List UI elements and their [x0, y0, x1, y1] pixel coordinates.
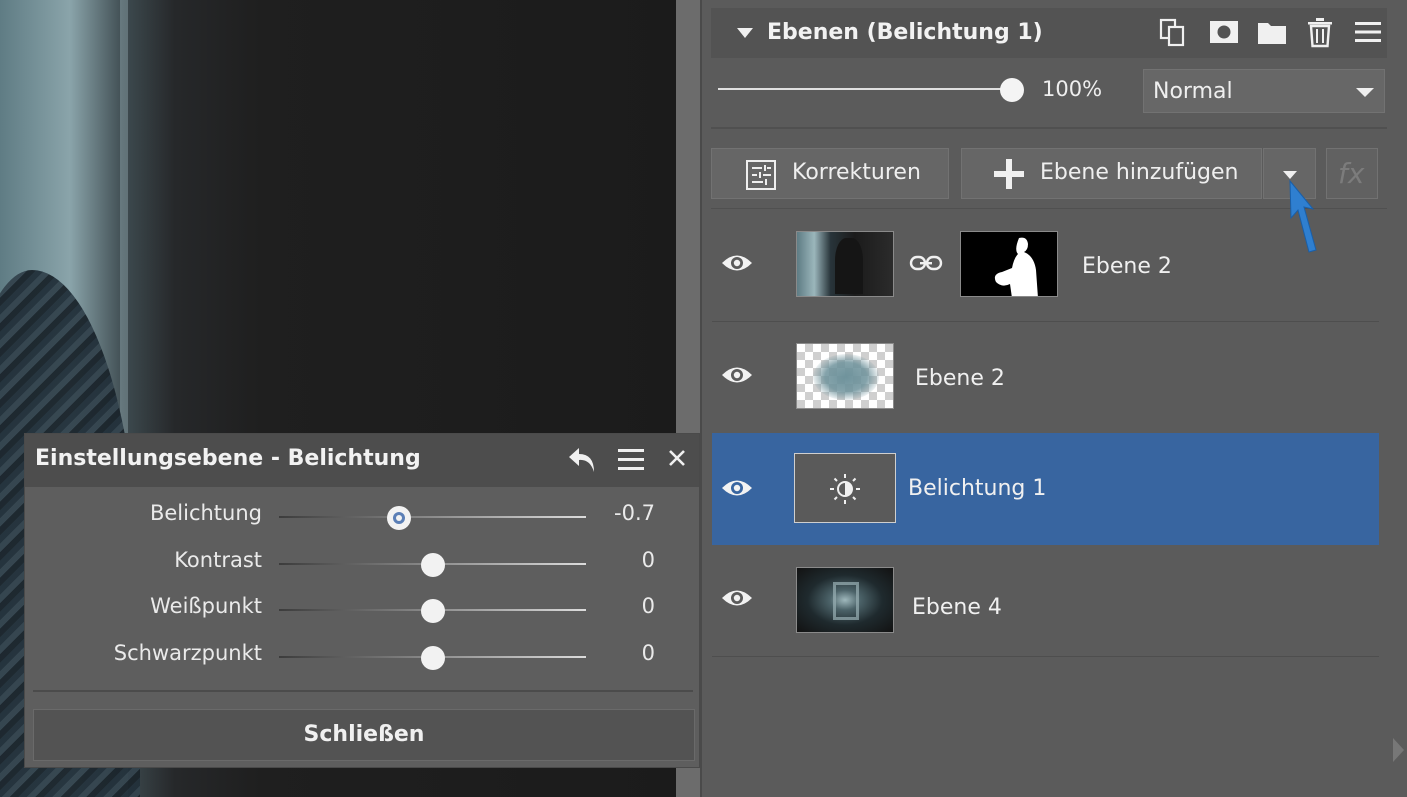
slider-handle[interactable] [420, 599, 445, 623]
slider-row-kontrast: Kontrast 0 [25, 542, 699, 582]
slider-value: 0 [641, 594, 655, 618]
thumbnail-subject [835, 238, 863, 294]
fx-button[interactable]: fx [1326, 148, 1378, 199]
slider-label: Kontrast [174, 548, 262, 572]
dropdown-arrow-icon [1356, 88, 1374, 97]
layer-name: Belichtung 1 [908, 476, 1047, 501]
menu-icon[interactable] [1352, 16, 1384, 48]
slider-handle[interactable] [420, 646, 445, 670]
korrekturen-button[interactable]: Korrekturen [711, 148, 949, 199]
duplicate-icon[interactable] [1158, 16, 1190, 48]
folder-icon[interactable] [1256, 16, 1288, 48]
divider [33, 690, 693, 692]
korrekturen-label: Korrekturen [792, 160, 921, 185]
layer-row[interactable]: Ebene 2 [712, 322, 1379, 434]
plus-icon [992, 157, 1026, 197]
visibility-eye-icon[interactable] [720, 475, 754, 501]
layer-row[interactable]: Ebene 2 [712, 210, 1379, 322]
layers-panel-title: Ebenen (Belichtung 1) [767, 20, 1043, 45]
add-layer-button[interactable]: Ebene hinzufügen [961, 148, 1262, 199]
visibility-eye-icon[interactable] [720, 585, 754, 611]
blend-mode-select[interactable]: Normal [1143, 69, 1385, 113]
layer-thumbnail [794, 453, 896, 523]
exposure-icon [828, 472, 862, 510]
close-button-label: Schließen [303, 722, 425, 747]
divider [711, 127, 1387, 129]
layer-row-selected[interactable]: Belichtung 1 [712, 433, 1379, 545]
add-layer-label: Ebene hinzufügen [1040, 160, 1239, 185]
layer-thumbnail [796, 231, 894, 297]
visibility-eye-icon[interactable] [720, 250, 754, 276]
layer-mask-thumbnail[interactable] [960, 231, 1058, 297]
slider-row-belichtung: Belichtung -0.7 [25, 495, 699, 535]
link-icon[interactable] [909, 254, 943, 276]
thumbnail-blur [813, 354, 879, 400]
layer-name: Ebene 4 [912, 595, 1002, 620]
trash-icon[interactable] [1304, 16, 1336, 48]
opacity-value: 100% [1042, 77, 1103, 101]
slider-row-schwarzpunkt: Schwarzpunkt 0 [25, 635, 699, 675]
adjustment-layer-dialog: Einstellungsebene - Belichtung Belichtun… [24, 433, 700, 768]
layer-name: Ebene 2 [1082, 254, 1172, 279]
dialog-title: Einstellungsebene - Belichtung [35, 446, 421, 471]
slider-label: Belichtung [149, 501, 262, 525]
collapse-chevron-icon[interactable] [737, 28, 753, 38]
slider-value: 0 [641, 548, 655, 572]
slider-handle[interactable] [420, 553, 445, 577]
slider-value: 0 [641, 641, 655, 665]
undo-icon[interactable] [566, 444, 598, 476]
mask-silhouette [994, 237, 1038, 296]
slider-label: Weißpunkt [150, 594, 262, 618]
blend-mode-value: Normal [1153, 79, 1233, 104]
layers-panel-header: Ebenen (Belichtung 1) [711, 8, 1387, 58]
adjustments-icon [745, 159, 777, 197]
opacity-slider-track[interactable] [718, 88, 1012, 90]
slider-label: Schwarzpunkt [113, 641, 262, 665]
layer-thumbnail [796, 343, 894, 409]
layer-thumbnail [796, 567, 894, 633]
panel-expand-arrow-icon[interactable] [1393, 738, 1404, 762]
slider-track[interactable] [279, 516, 586, 518]
visibility-eye-icon[interactable] [720, 362, 754, 388]
fx-label: fx [1338, 157, 1365, 190]
close-button[interactable]: Schließen [33, 709, 695, 761]
layers-panel: Ebenen (Belichtung 1) 100% Normal Korrek… [702, 0, 1407, 797]
layer-row[interactable]: Ebene 4 [712, 545, 1379, 657]
slider-value: -0.7 [614, 501, 655, 525]
mask-icon[interactable] [1208, 16, 1240, 48]
opacity-slider-handle[interactable] [1000, 78, 1024, 102]
menu-icon[interactable] [615, 444, 647, 476]
slider-handle[interactable] [386, 506, 411, 530]
dialog-header: Einstellungsebene - Belichtung [25, 434, 699, 487]
slider-row-weisspunkt: Weißpunkt 0 [25, 588, 699, 628]
thumbnail-corridor [833, 582, 859, 620]
layer-name: Ebene 2 [915, 366, 1005, 391]
close-icon[interactable] [665, 446, 697, 478]
